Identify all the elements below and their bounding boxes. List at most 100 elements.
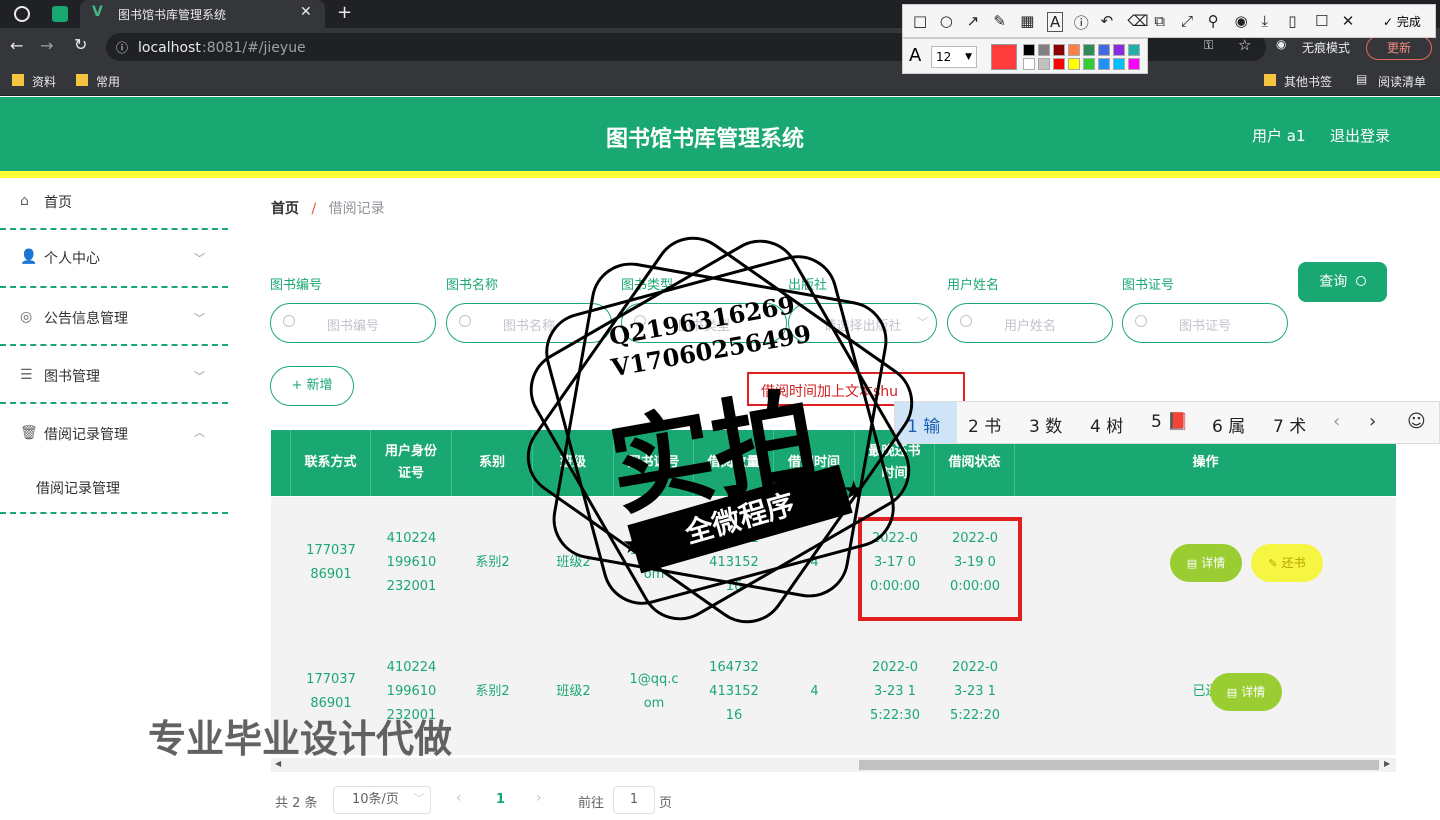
bookmark-folder[interactable]: 常用 bbox=[96, 73, 120, 90]
url-path: :8081/#/jieyue bbox=[202, 40, 306, 56]
add-button[interactable]: + 新增 bbox=[270, 366, 354, 406]
ime-candidate[interactable]: 6 属 bbox=[1212, 412, 1245, 437]
filter-input[interactable]: 图书编号 bbox=[270, 303, 436, 343]
tab-favicon-icon[interactable] bbox=[52, 6, 68, 22]
ime-candidate[interactable]: 7 术 bbox=[1273, 412, 1306, 437]
ime-emoji-icon[interactable]: ☺ bbox=[1407, 411, 1426, 432]
delete-icon[interactable]: ⌫ bbox=[1127, 12, 1148, 30]
palette-swatch[interactable] bbox=[1068, 44, 1080, 56]
palette-swatch[interactable] bbox=[1098, 58, 1110, 70]
sidebar-item-label: 首页 bbox=[44, 195, 72, 211]
palette-swatch[interactable] bbox=[1053, 58, 1065, 70]
copy-icon[interactable]: ⧉ bbox=[1154, 12, 1165, 30]
mosaic-icon[interactable]: ▦ bbox=[1020, 12, 1034, 30]
red-highlight-box bbox=[858, 517, 1022, 621]
search-button[interactable]: 查询 bbox=[1298, 262, 1387, 302]
record-icon[interactable]: ◉ bbox=[1235, 12, 1248, 30]
palette-swatch[interactable] bbox=[1083, 58, 1095, 70]
sidebar-item-notices[interactable]: ◎ 公告信息管理 ﹀ bbox=[0, 288, 228, 346]
detail-button[interactable]: ▤ 详情 bbox=[1170, 544, 1242, 582]
palette-swatch[interactable] bbox=[1113, 58, 1125, 70]
scroll-right-icon[interactable]: ▶ bbox=[1384, 759, 1390, 768]
ime-next-icon[interactable]: › bbox=[1369, 411, 1376, 432]
ime-candidate[interactable]: 2 书 bbox=[968, 412, 1001, 437]
reading-list[interactable]: 阅读清单 bbox=[1378, 73, 1426, 90]
back-icon[interactable]: ← bbox=[10, 36, 23, 55]
rect-icon[interactable]: □ bbox=[913, 12, 927, 30]
sidebar-item-borrow[interactable]: 🗑 借阅记录管理 ︿ 借阅记录管理 bbox=[0, 404, 228, 514]
filter-input[interactable]: 图书证号 bbox=[1122, 303, 1288, 343]
bookmark-folder[interactable]: 资料 bbox=[32, 73, 56, 90]
page-size-select[interactable]: 10条/页 ﹀ bbox=[333, 786, 431, 814]
arrow-icon[interactable]: ↗ bbox=[967, 12, 980, 30]
browser-globe-icon[interactable] bbox=[14, 6, 30, 22]
selected-color-swatch[interactable] bbox=[991, 44, 1017, 70]
user-label: 用户 a1 bbox=[1252, 127, 1306, 145]
undo-icon[interactable]: ↶ bbox=[1101, 12, 1114, 30]
ime-candidate[interactable]: 3 数 bbox=[1029, 412, 1062, 437]
key-icon[interactable]: ⚿ bbox=[1204, 38, 1213, 53]
vue-logo-icon: V bbox=[92, 4, 103, 20]
number-icon[interactable]: ⓘ bbox=[1074, 12, 1089, 33]
update-button[interactable]: 更新 bbox=[1366, 36, 1432, 60]
download-icon[interactable]: ⤓ bbox=[1261, 12, 1268, 30]
sidebar-subitem-borrow[interactable]: 借阅记录管理 bbox=[36, 478, 120, 498]
palette-swatch[interactable] bbox=[1053, 44, 1065, 56]
ellipse-icon[interactable]: ○ bbox=[940, 12, 953, 30]
palette-swatch[interactable] bbox=[1128, 58, 1140, 70]
filter-input[interactable]: 图书名称 bbox=[446, 303, 612, 343]
new-tab-icon[interactable]: + bbox=[337, 2, 352, 23]
filter-label: 图书编号 bbox=[270, 278, 323, 293]
tag-icon[interactable]: ⚲ bbox=[1208, 12, 1219, 30]
ime-candidate[interactable]: 1 输 bbox=[907, 412, 940, 437]
prev-page-icon[interactable]: ‹ bbox=[456, 790, 462, 806]
annotation-style-bar: A 12 ▼ bbox=[902, 38, 1148, 74]
font-size-select[interactable]: 12 ▼ bbox=[931, 46, 977, 68]
detail-button[interactable]: ▤ 详情 bbox=[1210, 673, 1282, 711]
filter-input[interactable]: 图书类型 bbox=[621, 303, 787, 343]
table-header-cell: 借阅时间 bbox=[774, 430, 855, 496]
ime-candidate[interactable]: 4 树 bbox=[1090, 412, 1123, 437]
table-cell-qty: 4 bbox=[810, 555, 819, 570]
text-icon[interactable]: A bbox=[1047, 12, 1064, 32]
ime-candidate[interactable]: 5 📕 bbox=[1151, 412, 1188, 432]
publisher-select[interactable]: 请选择出版社 ﹀ bbox=[788, 303, 937, 343]
palette-swatch[interactable] bbox=[1113, 44, 1125, 56]
logout-link[interactable]: 退出登录 bbox=[1330, 125, 1390, 146]
pen-icon[interactable]: ✎ bbox=[993, 12, 1006, 30]
palette-swatch[interactable] bbox=[1038, 58, 1050, 70]
current-page[interactable]: 1 bbox=[496, 792, 505, 807]
palette-swatch[interactable] bbox=[1098, 44, 1110, 56]
breadcrumb-home[interactable]: 首页 bbox=[271, 201, 299, 217]
tab-close-icon[interactable]: ✕ bbox=[300, 4, 312, 20]
scroll-thumb[interactable] bbox=[859, 760, 1379, 770]
filter-input[interactable]: 用户姓名 bbox=[947, 303, 1113, 343]
site-info-icon[interactable]: ⓘ bbox=[116, 39, 128, 56]
palette-swatch[interactable] bbox=[1023, 58, 1035, 70]
sidebar-item-profile[interactable]: 👤 个人中心 ﹀ bbox=[0, 230, 228, 288]
filter-label: 出版社 bbox=[788, 278, 828, 293]
close-icon[interactable]: ✕ bbox=[1342, 12, 1355, 30]
table-header-cell: 图书证号 bbox=[614, 430, 694, 496]
palette-swatch[interactable] bbox=[1083, 44, 1095, 56]
palette-swatch[interactable] bbox=[1023, 44, 1035, 56]
palette-swatch[interactable] bbox=[1068, 58, 1080, 70]
incognito-icon: ◉ bbox=[1276, 37, 1287, 51]
phone-icon[interactable]: ▯ bbox=[1288, 12, 1296, 30]
reload-icon[interactable]: ↻ bbox=[74, 35, 87, 54]
browser-tab-active[interactable]: V 图书馆书库管理系统 ✕ bbox=[80, 0, 325, 28]
palette-swatch[interactable] bbox=[1038, 44, 1050, 56]
done-button[interactable]: ✓ 完成 bbox=[1383, 13, 1421, 30]
other-bookmarks[interactable]: 其他书签 bbox=[1284, 73, 1332, 90]
sidebar-item-home[interactable]: ⌂ 首页 bbox=[0, 172, 228, 230]
pin-icon[interactable]: ⤢ bbox=[1181, 12, 1193, 30]
next-page-icon[interactable]: › bbox=[536, 790, 542, 806]
filter-placeholder: 图书名称 bbox=[502, 319, 555, 334]
sidebar-item-books[interactable]: ☰ 图书管理 ﹀ bbox=[0, 346, 228, 404]
palette-swatch[interactable] bbox=[1128, 44, 1140, 56]
save-icon[interactable]: ☐ bbox=[1315, 12, 1328, 30]
return-book-button[interactable]: ✎ 还书 bbox=[1251, 544, 1323, 582]
goto-input[interactable]: 1 bbox=[613, 786, 655, 814]
forward-icon[interactable]: → bbox=[40, 36, 53, 55]
ime-prev-icon[interactable]: ‹ bbox=[1333, 411, 1340, 432]
